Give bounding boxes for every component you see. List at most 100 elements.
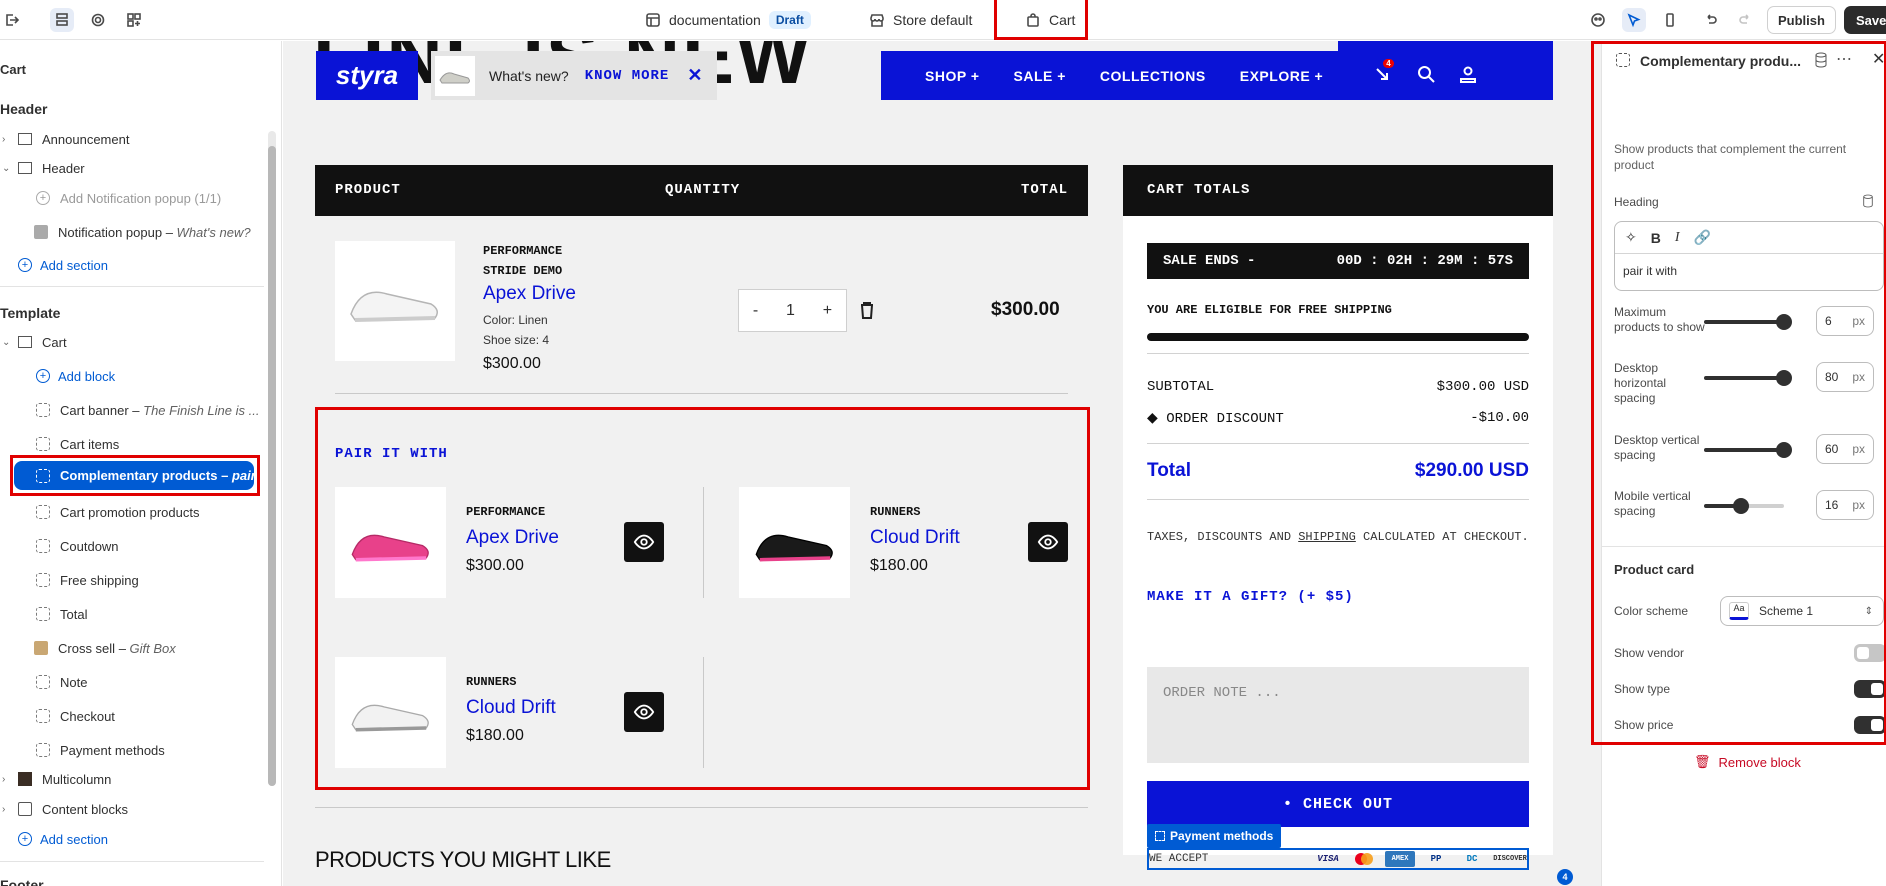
payment-methods-tag[interactable]: Payment methods [1147,824,1282,848]
block-cart-banner[interactable]: Cart banner – The Finish Line is ... [36,398,259,422]
pair-vendor-1: PERFORMANCE [466,505,546,519]
undo-icon[interactable] [1699,8,1723,32]
italic-icon[interactable]: I [1675,230,1680,246]
pair-product-image-2[interactable] [739,487,850,598]
database-icon[interactable] [1814,52,1828,71]
desktop-vertical-input[interactable]: 60 px [1816,434,1874,464]
quick-view-button-3[interactable] [624,692,664,732]
heading-input[interactable]: pair it with [1615,254,1883,288]
divider [1602,546,1886,547]
increase-button[interactable]: + [823,302,832,320]
section-announcement[interactable]: › Announcement [2,127,129,151]
scrollbar-thumb[interactable] [268,146,276,786]
cart-icon[interactable]: 4 [1373,59,1395,86]
section-header[interactable]: ⌄ Header [2,156,85,180]
page-selector[interactable]: Cart [1025,0,1075,40]
add-section-header[interactable]: + Add section [18,253,108,277]
section-cart[interactable]: ⌄ Cart [2,330,67,354]
store-logo[interactable]: styra [316,51,418,100]
sections-icon[interactable] [50,8,74,32]
setting-mobile-vertical-label: Mobile vertical spacing [1614,489,1691,518]
inspector-icon[interactable] [1622,8,1646,32]
max-products-slider[interactable] [1704,320,1784,324]
block-icon [1155,831,1165,841]
decrease-button[interactable]: - [753,302,758,320]
gear-icon[interactable] [86,8,110,32]
pair-title-2[interactable]: Cloud Drift [870,527,960,549]
checkout-button[interactable]: • CHECK OUT [1147,781,1529,827]
pair-product-image-3[interactable] [335,657,446,768]
publish-button[interactable]: Publish [1767,6,1836,34]
pair-product-image-1[interactable] [335,487,446,598]
customer-icon[interactable] [1586,8,1610,32]
block-cart-promotion[interactable]: Cart promotion products [36,500,199,524]
add-notification-popup[interactable]: + Add Notification popup (1/1) [36,186,221,210]
save-button[interactable]: Save [1844,6,1886,34]
slider-handle[interactable] [1776,442,1792,458]
block-cross-sell[interactable]: Cross sell – Gift Box [34,636,176,660]
desktop-horizontal-slider[interactable] [1704,376,1784,380]
section-content-blocks[interactable]: › Content blocks [2,797,128,821]
account-icon[interactable] [1459,65,1477,86]
close-icon[interactable]: ✕ [687,65,702,86]
apps-icon[interactable] [122,8,146,32]
bold-icon[interactable]: B [1651,230,1661,246]
theme-selector[interactable]: documentation Draft [645,0,811,40]
close-icon[interactable]: ✕ [1872,49,1885,69]
quick-view-button-2[interactable] [1028,522,1068,562]
slider-handle[interactable] [1733,498,1749,514]
nav-explore[interactable]: EXPLORE + [1240,68,1323,84]
show-type-toggle[interactable] [1854,680,1886,698]
mobile-preview-icon[interactable] [1658,8,1682,32]
section-multicolumn[interactable]: › Multicolumn [2,767,111,791]
show-price-toggle[interactable] [1854,716,1886,734]
slider-handle[interactable] [1776,370,1792,386]
desktop-vertical-slider[interactable] [1704,448,1784,452]
section-icon [18,336,32,348]
gift-option[interactable]: MAKE IT A GIFT? (+ $5) [1147,589,1354,605]
block-countdown[interactable]: Coutdown [36,534,119,558]
link-icon[interactable]: 🔗 [1694,229,1711,246]
nav-collections[interactable]: COLLECTIONS [1100,68,1206,84]
line-item-image[interactable] [335,241,455,361]
database-icon[interactable] [1862,194,1874,211]
promo-link[interactable]: KNOW MORE [585,68,670,84]
exit-icon[interactable] [0,8,24,32]
more-icon[interactable]: ⋯ [1836,49,1852,69]
discount-row: ◆ ORDER DISCOUNT -$10.00 [1147,410,1529,427]
line-item-color: Color: Linen [483,313,548,327]
block-free-shipping[interactable]: Free shipping [36,568,139,592]
redo-icon[interactable] [1733,8,1757,32]
block-payment-methods[interactable]: Payment methods [36,738,165,762]
remove-block-button[interactable]: 🗑 Remove block [1694,754,1801,770]
store-selector[interactable]: Store default [869,0,972,40]
ai-icon[interactable]: ✧ [1625,229,1637,246]
line-item-title[interactable]: Apex Drive [483,283,576,305]
max-products-input[interactable]: 6 px [1816,306,1874,336]
divider [1147,353,1529,354]
desktop-horizontal-input[interactable]: 80 px [1816,362,1874,392]
block-note[interactable]: Note [36,670,87,694]
show-vendor-toggle[interactable] [1854,644,1886,662]
slider-handle[interactable] [1776,314,1792,330]
pair-title-1[interactable]: Apex Drive [466,527,559,549]
add-section-template[interactable]: + Add section [18,827,108,851]
nav-shop[interactable]: SHOP + [925,68,980,84]
search-icon[interactable] [1417,65,1435,86]
block-notification-popup[interactable]: Notification popup – What's new? [34,220,251,244]
trash-icon[interactable] [859,301,875,322]
notification-count-badge[interactable]: 4 [1557,869,1573,885]
shipping-link[interactable]: SHIPPING [1298,530,1356,544]
color-scheme-select[interactable]: Aa Scheme 1 ⇕ [1720,596,1884,626]
order-note-field[interactable]: ORDER NOTE ... [1147,667,1529,763]
quick-view-button-1[interactable] [624,522,664,562]
mobile-vertical-input[interactable]: 16 px [1816,490,1874,520]
block-cart-items[interactable]: Cart items [36,432,119,456]
quantity-value[interactable]: 1 [786,302,795,320]
block-checkout[interactable]: Checkout [36,704,115,728]
block-total[interactable]: Total [36,602,87,626]
add-block-link[interactable]: + Add block [36,364,115,388]
nav-sale[interactable]: SALE + [1014,68,1066,84]
pair-title-3[interactable]: Cloud Drift [466,697,556,719]
block-complementary-products[interactable]: Complementary products – pair... [14,461,266,490]
